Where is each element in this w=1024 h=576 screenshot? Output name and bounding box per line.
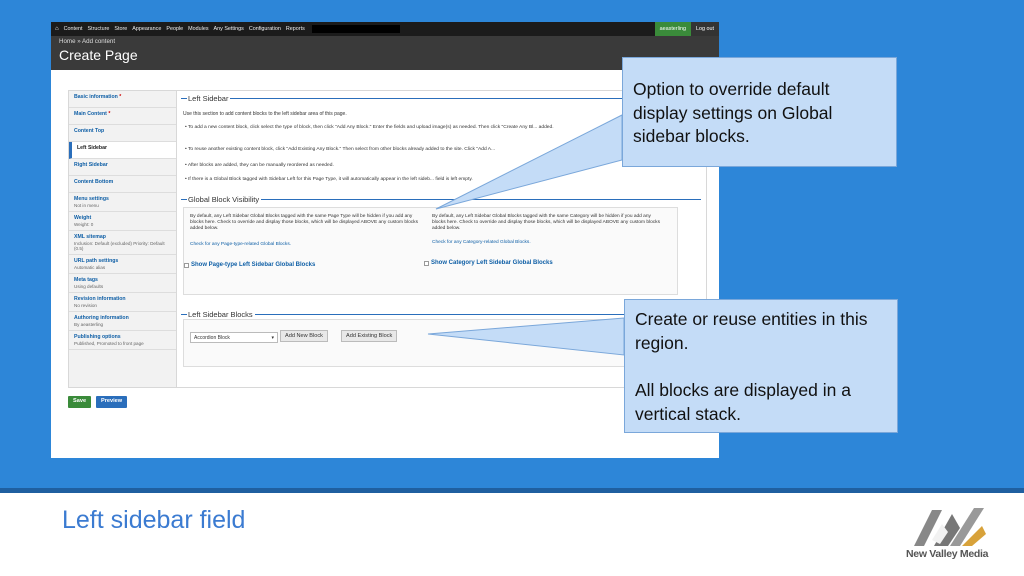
page-title: Create Page (59, 47, 138, 63)
instruction-bullet: • After blocks are added, they can be ma… (185, 163, 334, 168)
vtab-left-sidebar[interactable]: Left Sidebar (69, 142, 176, 159)
vtab-content-top[interactable]: Content Top (69, 125, 176, 142)
left-sidebar-description: Use this section to add content blocks t… (183, 111, 347, 117)
category-link[interactable]: Check for any Category-related Global Bl… (432, 240, 531, 245)
category-checkbox[interactable]: Show Category Left Sidebar Global Blocks (424, 260, 553, 266)
logo-text: New Valley Media (906, 548, 989, 560)
menu-appearance[interactable]: Appearance (132, 26, 161, 32)
logout-link[interactable]: Log out (691, 22, 719, 36)
slide-title: Left sidebar field (62, 506, 246, 534)
add-existing-block-button[interactable]: Add Existing Block (341, 330, 398, 342)
menu-configuration[interactable]: Configuration (249, 26, 281, 32)
search-input[interactable] (311, 25, 400, 33)
vtab-main-content[interactable]: Main Content * (69, 108, 176, 125)
instruction-bullet: • If there is a Global Block tagged with… (185, 177, 473, 182)
menu-modules[interactable]: Modules (188, 26, 208, 32)
add-new-block-button[interactable]: Add New Block (280, 330, 328, 342)
vtab-weight[interactable]: Weight Weight: 0 (69, 212, 176, 231)
slide-divider (0, 488, 1024, 493)
vtab-authoring-information[interactable]: Authoring information By aeasterling (69, 312, 176, 331)
menu-reports[interactable]: Reports (286, 26, 305, 32)
instruction-bullet: • To add a new content block, click sele… (185, 125, 554, 130)
page-type-checkbox[interactable]: Show Page-type Left Sidebar Global Block… (184, 262, 315, 268)
vtab-basic-information[interactable]: Basic information * (69, 91, 176, 108)
menu-store[interactable]: Store (114, 26, 127, 32)
checkbox-icon[interactable] (424, 260, 429, 266)
page-header: Home » Add content Create Page (51, 36, 719, 70)
vtab-url-path-settings[interactable]: URL path settings Automatic alias (69, 255, 176, 274)
user-link[interactable]: aeasterling (654, 22, 691, 36)
menu-content[interactable]: Content (64, 26, 83, 32)
menu-structure[interactable]: Structure (88, 26, 110, 32)
vtab-revision-information[interactable]: Revision information No revision (69, 293, 176, 312)
callout-global-override: Option to override default display setti… (622, 57, 897, 167)
left-sidebar-blocks-box: Accordion Block ▾ Add New Block Add Exis… (183, 319, 683, 367)
drupal-screenshot: ⌂ Content Structure Store Appearance Peo… (51, 22, 719, 458)
vtab-publishing-options[interactable]: Publishing options Published, Promoted to… (69, 331, 176, 350)
chevron-down-icon: ▾ (271, 335, 274, 341)
form-content: Basic information * Main Content * Conte… (51, 70, 719, 458)
vtab-content-bottom[interactable]: Content Bottom (69, 176, 176, 193)
block-type-select[interactable]: Accordion Block ▾ (190, 332, 278, 343)
menu-people[interactable]: People (166, 26, 183, 32)
global-block-visibility-box: By default, any Left Sidebar Global Bloc… (183, 207, 678, 295)
callout-create-reuse: Create or reuse entities in this region.… (624, 299, 898, 433)
category-help: By default, any Left Sidebar Global Bloc… (432, 214, 660, 231)
callout-text: Create or reuse entities in this region. (635, 309, 868, 353)
admin-toolbar: ⌂ Content Structure Store Appearance Peo… (51, 22, 719, 36)
callout-text: Option to override default display setti… (633, 79, 833, 147)
save-button[interactable]: Save (68, 396, 92, 408)
vtab-xml-sitemap[interactable]: XML sitemap Inclusion: Default (excluded)… (69, 231, 176, 255)
vertical-tabs: Basic information * Main Content * Conte… (68, 90, 177, 388)
checkbox-icon[interactable] (184, 262, 189, 268)
page-type-help: By default, any Left Sidebar Global Bloc… (190, 214, 418, 231)
instruction-bullet: • To reuse another existing content bloc… (185, 147, 496, 152)
left-sidebar-blocks-legend: Left Sidebar Blocks (181, 310, 701, 319)
preview-button[interactable]: Preview (96, 396, 128, 408)
vtab-right-sidebar[interactable]: Right Sidebar (69, 159, 176, 176)
home-icon[interactable]: ⌂ (55, 26, 59, 32)
callout-text: All blocks are displayed in a vertical s… (635, 380, 851, 424)
menu-any-settings[interactable]: Any Settings (214, 26, 244, 32)
vtab-meta-tags[interactable]: Meta tags Using defaults (69, 274, 176, 293)
page-type-link[interactable]: Check for any Page-type-related Global B… (190, 242, 291, 247)
breadcrumb[interactable]: Home » Add content (59, 38, 115, 45)
global-block-visibility-legend: Global Block Visibility (181, 195, 701, 204)
vtab-menu-settings[interactable]: Menu settings Not in menu (69, 193, 176, 212)
